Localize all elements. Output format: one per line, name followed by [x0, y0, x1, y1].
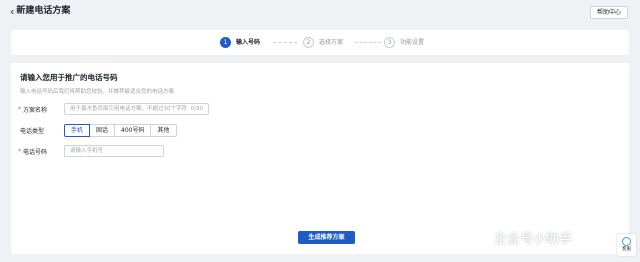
phone-number-placeholder: 请输入手机号: [70, 148, 104, 154]
phone-type-label: 电话类型: [20, 128, 45, 135]
phone-type-option-landline[interactable]: 固话: [89, 124, 116, 137]
step-1: 1 输入号码: [220, 37, 260, 48]
required-mark: *: [18, 105, 21, 113]
form-card: 请输入您用于推广的电话号码 输入电话号码后我们将帮助您校验，并推荐最适合您的电话…: [11, 63, 629, 254]
plan-name-input[interactable]: 用于基木鱼页面引用电话方案，不超过30个字符 0/30: [64, 103, 209, 115]
step-2: 2 选择方案: [303, 37, 343, 48]
section-description: 输入电话号码后我们将帮助您校验，并推荐最适合您的电话方案: [20, 89, 175, 95]
step-2-label: 选择方案: [319, 39, 344, 46]
required-mark: *: [18, 147, 21, 155]
phone-number-label: * 电话号码: [18, 147, 64, 156]
step-connector: [273, 42, 297, 43]
step-connector: [355, 42, 381, 43]
support-icon: [622, 237, 631, 246]
phone-type-row: 电话类型 手机 固话 400号码 其他: [20, 124, 177, 137]
plan-name-label-text: 方案名称: [23, 106, 48, 114]
phone-number-row: * 电话号码 请输入手机号: [18, 145, 164, 157]
step-1-number: 1: [220, 37, 231, 48]
step-3-label: 功能设置: [400, 39, 425, 46]
phone-type-option-mobile[interactable]: 手机: [64, 124, 91, 137]
back-button[interactable]: ‹ 新建电话方案: [10, 6, 70, 17]
plan-name-counter: 0/30: [190, 106, 203, 112]
step-2-number: 2: [303, 37, 314, 48]
step-3: 3 功能设置: [384, 37, 424, 48]
plan-name-label: * 方案名称: [18, 105, 64, 114]
phone-number-input[interactable]: 请输入手机号: [64, 145, 164, 157]
generate-plan-button[interactable]: 生成推荐方案: [298, 231, 355, 244]
page-title: 新建电话方案: [16, 6, 71, 16]
phone-type-selector: 手机 固话 400号码 其他: [64, 124, 177, 137]
steps-card: 1 输入号码 2 选择方案 3 功能设置: [11, 30, 629, 55]
help-center-button[interactable]: 帮助中心: [589, 6, 628, 19]
phone-type-option-400[interactable]: 400号码: [114, 124, 152, 137]
chevron-left-icon[interactable]: ‹: [10, 6, 14, 17]
phone-number-label-text: 电话号码: [23, 148, 48, 156]
phone-type-option-other[interactable]: 其他: [150, 124, 177, 137]
step-1-label: 输入号码: [236, 39, 261, 46]
plan-name-row: * 方案名称 用于基木鱼页面引用电话方案，不超过30个字符 0/30: [18, 103, 209, 115]
step-3-number: 3: [384, 37, 395, 48]
customer-service-label: 客服: [622, 247, 631, 252]
customer-service-button[interactable]: 客服: [617, 234, 636, 256]
plan-name-placeholder: 用于基木鱼页面引用电话方案，不超过30个字符: [70, 106, 188, 112]
section-title: 请输入您用于推广的电话号码: [20, 73, 118, 82]
watermark: 企业号小助手: [494, 232, 573, 247]
top-bar: ‹ 新建电话方案 帮助中心: [0, 0, 640, 26]
